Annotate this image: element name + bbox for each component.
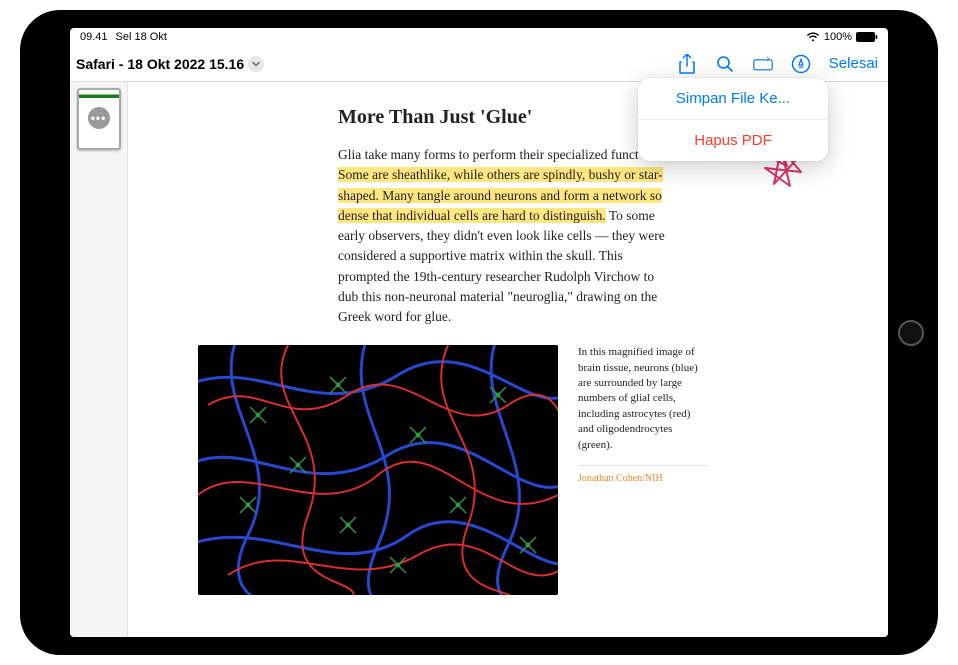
battery-icon <box>856 32 878 42</box>
document-page[interactable]: More Than Just 'Glue' Glia take many for… <box>128 82 888 637</box>
screen: 09.41 Sel 18 Okt 100% Safari - 18 Okt 20… <box>70 28 888 637</box>
textbox-icon <box>753 56 773 72</box>
markup-action-popover: Simpan File Ke... Hapus PDF <box>638 78 828 161</box>
delete-pdf-menuitem[interactable]: Hapus PDF <box>638 120 828 161</box>
save-file-to-menuitem[interactable]: Simpan File Ke... <box>638 78 828 120</box>
home-button[interactable] <box>898 320 924 346</box>
search-icon <box>716 55 734 73</box>
markup-button[interactable] <box>791 54 811 74</box>
article-figure-image <box>198 345 558 595</box>
status-time: 09.41 <box>80 31 108 43</box>
markup-icon <box>791 54 811 74</box>
search-button[interactable] <box>715 54 735 74</box>
wifi-icon <box>806 32 820 42</box>
article-body: Glia take many forms to perform their sp… <box>338 145 668 327</box>
page-thumbnail[interactable]: ••• <box>77 88 121 150</box>
status-date: Sel 18 Okt <box>116 31 167 43</box>
figure-caption-text: In this magnified image of brain tissue,… <box>578 346 698 450</box>
done-button[interactable]: Selesai <box>829 55 878 72</box>
figure-caption: In this magnified image of brain tissue,… <box>578 345 708 595</box>
textbox-button[interactable] <box>753 54 773 74</box>
chevron-down-icon <box>252 60 260 68</box>
page-thumbnail-strip[interactable]: ••• <box>70 82 128 637</box>
status-bar: 09.41 Sel 18 Okt 100% <box>70 28 888 46</box>
article-body-pre: Glia take many forms to perform their sp… <box>338 147 639 162</box>
figure-credit: Jonathan Cohen/NIH <box>578 465 708 486</box>
article-body-post: To some early observers, they didn't eve… <box>338 208 665 324</box>
title-dropdown-button[interactable] <box>248 56 264 72</box>
status-battery-text: 100% <box>824 31 852 43</box>
markup-toolbar: Safari - 18 Okt 2022 15.16 Selesa <box>70 46 888 82</box>
thumbnail-more-button[interactable]: ••• <box>88 107 110 129</box>
share-icon <box>678 54 696 74</box>
document-title: Safari - 18 Okt 2022 15.16 <box>76 56 244 72</box>
share-button[interactable] <box>677 54 697 74</box>
ipad-device-frame: 09.41 Sel 18 Okt 100% Safari - 18 Okt 20… <box>20 10 938 655</box>
